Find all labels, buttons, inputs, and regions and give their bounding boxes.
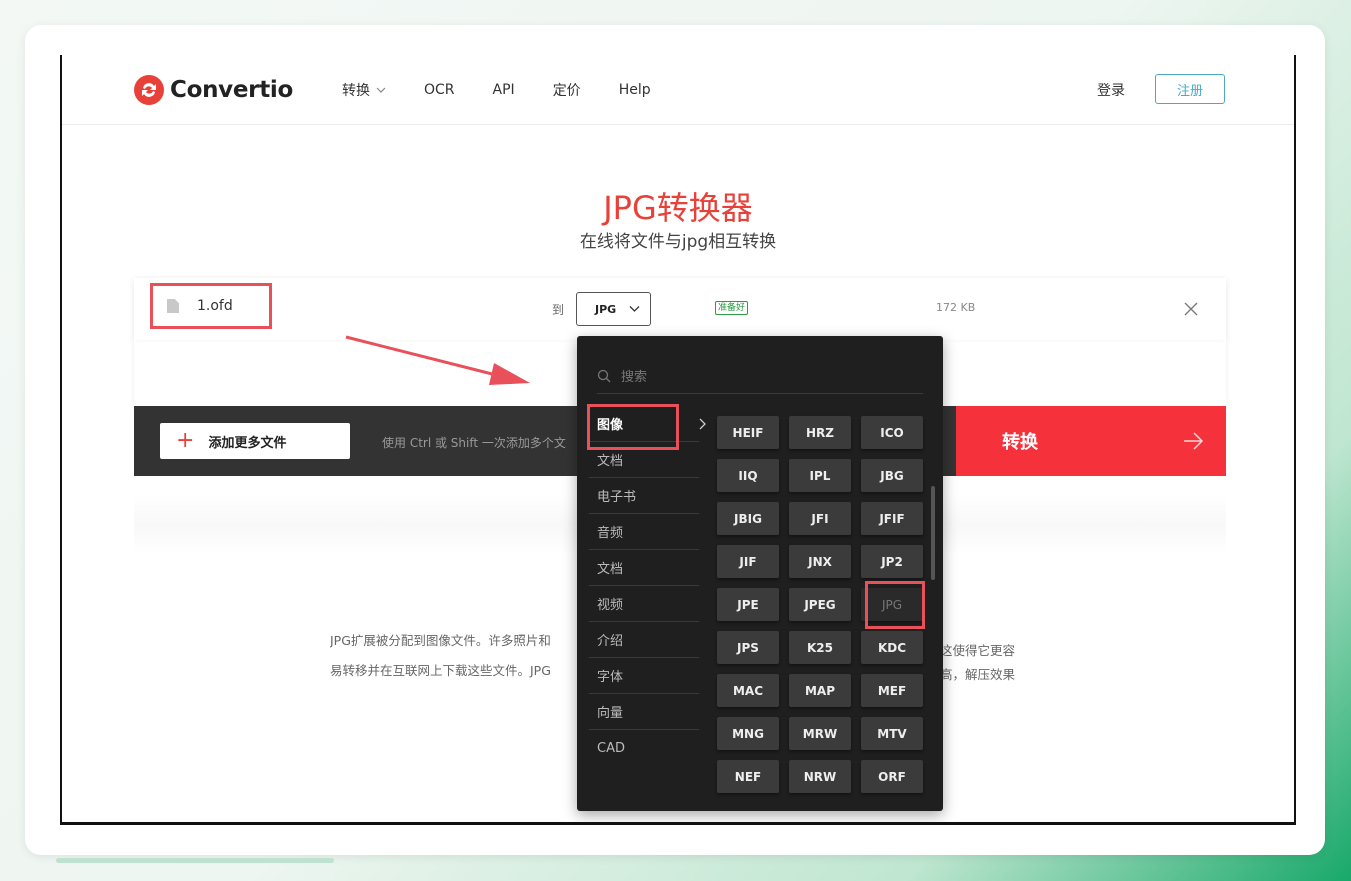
login-link[interactable]: 登录 [1097, 80, 1125, 100]
multi-select-hint: 使用 Ctrl 或 Shift 一次添加多个文 [382, 436, 566, 450]
category-label: 电子书 [597, 490, 637, 505]
category-audio[interactable]: 音频 [589, 514, 699, 550]
chevron-down-icon [376, 87, 386, 93]
logo[interactable]: Convertio [134, 75, 293, 105]
horizontal-scrollbar[interactable] [56, 858, 334, 863]
category-vector[interactable]: 向量 [589, 694, 699, 730]
format-option[interactable]: MAC [717, 674, 779, 707]
to-label: 到 [552, 303, 565, 317]
file-row: 1.ofd 到 JPG 准备好 172 KB [134, 278, 1226, 342]
format-option[interactable]: JBIG [717, 502, 779, 535]
chevron-right-icon [699, 418, 706, 430]
format-option[interactable]: JIF [717, 545, 779, 578]
format-option[interactable]: ICO [861, 416, 923, 449]
format-option[interactable]: ORF [861, 760, 923, 793]
convert-button[interactable]: 转换 [956, 406, 1226, 476]
status-badge: 准备好 [715, 301, 749, 315]
format-select[interactable]: JPG [576, 292, 651, 326]
search-placeholder: 搜索 [621, 370, 648, 385]
format-option[interactable]: MNG [717, 717, 779, 750]
format-option[interactable]: HEIF [717, 416, 779, 449]
convert-label: 转换 [1002, 432, 1038, 453]
format-option[interactable]: JFI [789, 502, 851, 535]
format-option[interactable]: JP2 [861, 545, 923, 578]
nav-item-convert[interactable]: 转换 [342, 80, 386, 100]
signup-button[interactable]: 注册 [1155, 74, 1225, 104]
category-ebook[interactable]: 电子书 [589, 478, 699, 514]
main-nav: 转换 OCR API 定价 Help [342, 80, 651, 100]
nav-item-pricing[interactable]: 定价 [553, 80, 581, 100]
dropdown-scrollbar[interactable] [931, 486, 935, 580]
description-line-2-right: 高，解压效果 [940, 667, 1016, 682]
category-video[interactable]: 视频 [589, 586, 699, 622]
category-label: 音频 [597, 526, 624, 541]
format-option[interactable]: JPEG [789, 588, 851, 621]
file-name: 1.ofd [197, 298, 233, 314]
nav-item-api[interactable]: API [493, 80, 515, 100]
category-label: 向量 [597, 706, 624, 721]
format-option[interactable]: IIQ [717, 459, 779, 492]
category-highlight-box [587, 404, 679, 450]
format-option[interactable]: JFIF [861, 502, 923, 535]
format-option[interactable]: JBG [861, 459, 923, 492]
format-option[interactable]: JPS [717, 631, 779, 664]
format-option[interactable]: MTV [861, 717, 923, 750]
nav-label: API [492, 82, 515, 98]
category-label: CAD [597, 740, 625, 756]
category-label: 文档 [597, 562, 624, 577]
close-icon[interactable] [1182, 300, 1200, 318]
nav-label: OCR [424, 82, 455, 98]
file-size: 172 KB [936, 301, 976, 314]
add-more-files-button[interactable]: + 添加更多文件 [160, 423, 350, 459]
logo-text: Convertio [170, 77, 293, 103]
description-line-2-left: 易转移并在互联网上下载这些文件。JPG [330, 663, 551, 678]
chevron-down-icon [629, 306, 640, 312]
nav-item-ocr[interactable]: OCR [424, 80, 455, 100]
format-option[interactable]: K25 [789, 631, 851, 664]
format-option[interactable]: NEF [717, 760, 779, 793]
page-frame: Convertio 转换 OCR API 定价 Help 登录 注册 JPG转换… [60, 55, 1296, 825]
selected-format-highlight-box [865, 581, 925, 629]
nav-label: Help [618, 82, 651, 98]
category-label: 文档 [597, 454, 624, 469]
plus-icon: + [176, 428, 195, 453]
category-cad[interactable]: CAD [589, 730, 699, 766]
format-search[interactable]: 搜索 [597, 358, 923, 394]
category-presentation[interactable]: 介绍 [589, 622, 699, 658]
page-title: JPG转换器 [603, 189, 753, 227]
category-list: 图像 文档 电子书 音频 文档 视频 介绍 字体 向量 CAD [589, 406, 706, 766]
description-line-1-right: 这使得它更容 [940, 643, 1016, 658]
file-name-highlight: 1.ofd [150, 283, 272, 329]
format-option[interactable]: MEF [861, 674, 923, 707]
category-label: 字体 [597, 670, 624, 685]
format-select-value: JPG [595, 302, 617, 316]
category-document-2[interactable]: 文档 [589, 550, 699, 586]
category-font[interactable]: 字体 [589, 658, 699, 694]
category-label: 介绍 [597, 634, 624, 649]
add-files-label: 添加更多文件 [208, 435, 287, 451]
search-icon [597, 369, 611, 382]
file-icon [167, 299, 179, 313]
nav-item-help[interactable]: Help [619, 80, 651, 100]
nav-label: 转换 [342, 83, 370, 99]
nav-label: 定价 [552, 83, 581, 99]
format-option[interactable]: MAP [789, 674, 851, 707]
description-line-1-left: JPG扩展被分配到图像文件。许多照片和 [330, 633, 551, 648]
format-option[interactable]: NRW [789, 760, 851, 793]
format-option[interactable]: IPL [789, 459, 851, 492]
format-option[interactable]: JPE [717, 588, 779, 621]
format-option[interactable]: MRW [789, 717, 851, 750]
convertio-logo-icon [134, 75, 164, 105]
format-option[interactable]: JNX [789, 545, 851, 578]
format-option[interactable]: HRZ [789, 416, 851, 449]
site-header: Convertio 转换 OCR API 定价 Help 登录 注册 [62, 55, 1294, 125]
category-label: 视频 [597, 598, 624, 613]
arrow-right-icon [1184, 432, 1204, 450]
format-option[interactable]: KDC [861, 631, 923, 664]
page-subtitle: 在线将文件与jpg相互转换 [579, 232, 777, 252]
format-dropdown: 搜索 图像 文档 电子书 音频 文档 视频 介绍 字体 向量 CAD HEIF … [577, 336, 943, 811]
annotation-arrow-icon [345, 335, 530, 385]
